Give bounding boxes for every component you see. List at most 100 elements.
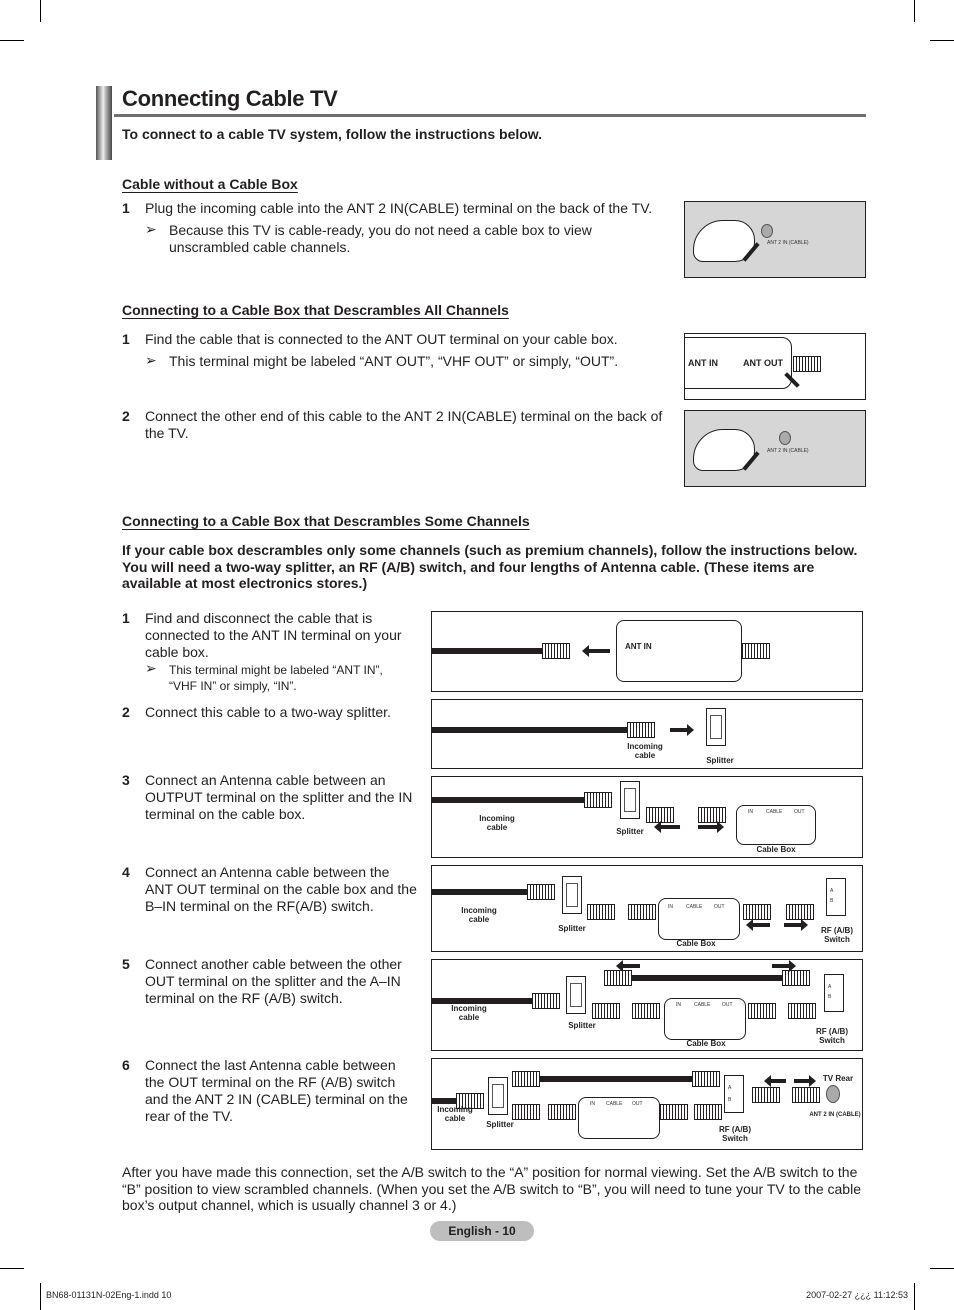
splitter-label: Splitter bbox=[616, 827, 644, 836]
arrow-right-icon bbox=[784, 919, 808, 931]
box-in-label: IN bbox=[676, 1002, 681, 1008]
rf-switch-label: RF (A/B) Switch bbox=[821, 926, 853, 944]
figure-step-4: IN CABLE OUT A B Incoming cable Splitter… bbox=[431, 865, 863, 952]
arrow-left-icon bbox=[582, 645, 610, 657]
ant-in-label: ANT IN bbox=[625, 642, 652, 651]
connector-icon bbox=[512, 1071, 540, 1087]
arrow-right-icon bbox=[772, 960, 796, 972]
crop-mark bbox=[0, 1268, 24, 1269]
cable-box bbox=[616, 620, 742, 682]
crop-mark bbox=[40, 0, 41, 22]
note-arrow-icon: ➢ bbox=[145, 352, 157, 368]
title-accent-bar bbox=[96, 86, 112, 160]
splitter-icon bbox=[706, 708, 726, 746]
rf-switch-icon bbox=[826, 878, 846, 916]
note-arrow-icon: ➢ bbox=[145, 221, 157, 237]
figure-tv-cable-plug-2: ANT 2 IN (CABLE) bbox=[684, 410, 866, 487]
switch-b-label: B bbox=[728, 1097, 732, 1103]
connector-icon bbox=[694, 1104, 722, 1120]
box-in-label: IN bbox=[590, 1101, 595, 1107]
connector-icon bbox=[692, 1071, 720, 1087]
section-heading-all-channels: Connecting to a Cable Box that Descrambl… bbox=[122, 302, 509, 318]
ant-jack-icon bbox=[761, 224, 773, 238]
switch-a-label: A bbox=[728, 1085, 732, 1091]
cable bbox=[432, 648, 542, 654]
switch-b-label: B bbox=[830, 898, 834, 904]
arrow-left-icon bbox=[764, 1075, 786, 1087]
box-in-label: IN bbox=[748, 809, 753, 815]
connector-icon bbox=[782, 970, 810, 986]
connector-icon bbox=[542, 643, 570, 659]
footer-file: BN68-01131N-02Eng-1.indd 10 bbox=[46, 1290, 172, 1300]
splitter-label: Splitter bbox=[558, 924, 586, 933]
page-title: Connecting Cable TV bbox=[122, 86, 338, 111]
step-number: 1 bbox=[122, 331, 130, 347]
crop-mark bbox=[930, 1268, 954, 1269]
connector-icon bbox=[584, 792, 612, 808]
note-text: This terminal might be labeled “ANT OUT”… bbox=[169, 353, 619, 369]
splitter-icon bbox=[620, 781, 640, 819]
step-text: Connect the last Antenna cable between t… bbox=[145, 1057, 408, 1124]
box-out-label: OUT bbox=[794, 809, 805, 815]
step-text: Connect an Antenna cable between an OUTP… bbox=[145, 772, 413, 822]
splitter-label: Splitter bbox=[706, 756, 734, 765]
cable-box-label: Cable Box bbox=[686, 1039, 726, 1048]
connector-icon bbox=[793, 356, 821, 372]
incoming-cable-label: Incoming cable bbox=[437, 1105, 473, 1123]
step-text: Connect another cable between the other … bbox=[145, 956, 402, 1006]
cable bbox=[432, 727, 627, 733]
rf-switch-label: RF (A/B) Switch bbox=[719, 1125, 751, 1143]
ant-jack-icon bbox=[779, 431, 791, 445]
connector-icon bbox=[592, 1003, 620, 1019]
section-intro: If your cable box descrambles only some … bbox=[122, 542, 858, 591]
splitter-label: Splitter bbox=[568, 1021, 596, 1030]
footer-timestamp: 2007-02-27 ¿¿¿ 11:12:53 bbox=[806, 1290, 908, 1300]
step-text: Plug the incoming cable into the ANT 2 I… bbox=[145, 200, 653, 216]
connector-icon bbox=[628, 904, 656, 920]
connector-icon bbox=[548, 1104, 576, 1120]
tv-ant-jack-icon bbox=[826, 1085, 840, 1103]
box-cable-label: CABLE bbox=[766, 809, 783, 815]
figure-step-1: ANT IN bbox=[431, 611, 863, 692]
step-number: 2 bbox=[122, 408, 130, 424]
box-out-label: OUT bbox=[722, 1002, 733, 1008]
connector-icon bbox=[627, 722, 655, 738]
step-text: Connect this cable to a two-way splitter… bbox=[145, 704, 391, 720]
connector-icon bbox=[527, 884, 555, 900]
arrow-right-icon bbox=[794, 1075, 816, 1087]
connector-icon bbox=[512, 1104, 540, 1120]
crop-mark bbox=[0, 40, 24, 41]
figure-ant-out: ANT IN ANT OUT bbox=[684, 333, 866, 400]
incoming-cable-label: Incoming cable bbox=[479, 814, 515, 832]
note-text: This terminal might be labeled “ANT IN”,… bbox=[169, 663, 383, 693]
incoming-cable-label: Incoming cable bbox=[627, 742, 663, 760]
connector-icon bbox=[587, 904, 615, 920]
switch-b-label: B bbox=[828, 994, 832, 1000]
step-text: Find and disconnect the cable that is co… bbox=[145, 610, 402, 660]
arrow-left-icon bbox=[616, 960, 640, 972]
splitter-icon bbox=[562, 876, 582, 914]
section-heading-no-cable-box: Cable without a Cable Box bbox=[122, 176, 298, 192]
connector-icon bbox=[748, 1003, 776, 1019]
step-text: Connect an Antenna cable between the ANT… bbox=[145, 864, 417, 914]
crop-mark bbox=[914, 1283, 915, 1310]
cable bbox=[632, 975, 782, 981]
step-number: 2 bbox=[122, 704, 130, 720]
box-cable-label: CABLE bbox=[606, 1101, 623, 1107]
step-number: 6 bbox=[122, 1057, 130, 1073]
page-intro: To connect to a cable TV system, follow … bbox=[122, 126, 543, 142]
arrow-right-icon bbox=[670, 724, 694, 736]
box-out-label: OUT bbox=[632, 1101, 643, 1107]
connector-icon bbox=[632, 1003, 660, 1019]
box-out-label: OUT bbox=[714, 904, 725, 910]
rf-switch-icon bbox=[824, 974, 844, 1012]
step-text: Find the cable that is connected to the … bbox=[145, 331, 618, 347]
connector-icon bbox=[786, 904, 814, 920]
box-cable-label: CABLE bbox=[694, 1002, 711, 1008]
splitter-label: Splitter bbox=[486, 1120, 514, 1129]
splitter-icon bbox=[488, 1077, 508, 1115]
figure-label: ANT 2 IN (CABLE) bbox=[767, 240, 809, 246]
step-text: Connect the other end of this cable to t… bbox=[145, 408, 663, 441]
connector-icon bbox=[792, 1087, 820, 1103]
connector-icon bbox=[532, 993, 560, 1009]
